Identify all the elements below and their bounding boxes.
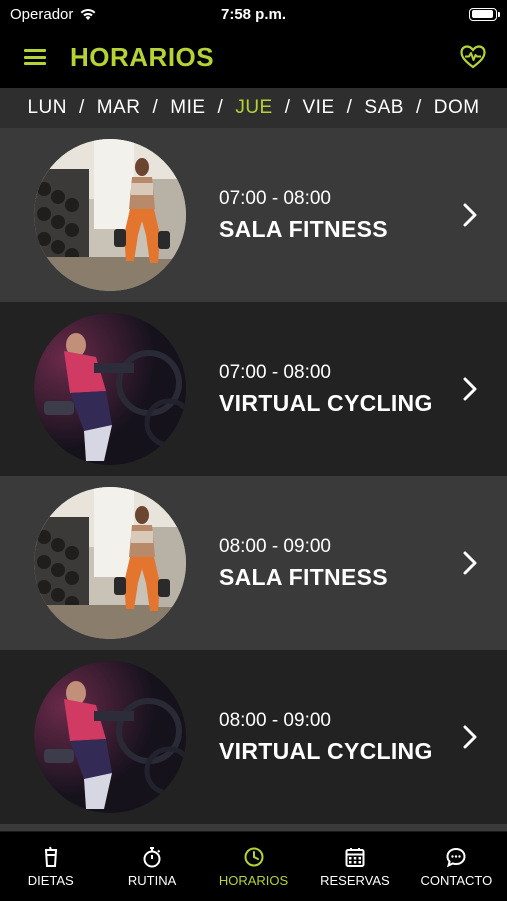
day-tab-lun[interactable]: LUN: [27, 97, 67, 119]
tab-label: HORARIOS: [218, 873, 289, 888]
day-separator: /: [346, 97, 353, 118]
class-info: 08:00 - 09:00 SALA FITNESS: [219, 536, 388, 591]
tab-dietas[interactable]: DIETAS: [0, 832, 101, 901]
class-time: 08:00 - 09:00: [219, 709, 331, 731]
cycling-photo: [34, 661, 186, 813]
fitness-photo: [34, 487, 186, 639]
tab-reservas[interactable]: RESERVAS: [304, 832, 405, 901]
class-name: SALA FITNESS: [219, 563, 388, 590]
clock-icon: [244, 847, 264, 867]
day-tab-sab[interactable]: SAB: [364, 97, 404, 119]
class-time: 07:00 - 08:00: [219, 361, 331, 383]
class-time: 08:00 - 09:00: [219, 535, 331, 557]
stopwatch-icon: [143, 847, 161, 868]
class-name: VIRTUAL CYCLING: [219, 737, 433, 764]
tab-label: RUTINA: [127, 873, 177, 888]
class-info: 07:00 - 08:00 SALA FITNESS: [219, 188, 388, 243]
tab-bar: DIETAS RUTINA HORARIOS RESERVAS CONTACTO: [0, 831, 507, 901]
class-row[interactable]: 07:00 - 08:00 SALA FITNESS: [0, 128, 507, 302]
tab-label: CONTACTO: [420, 873, 493, 888]
day-separator: /: [415, 97, 422, 118]
day-tab-vie[interactable]: VIE: [303, 97, 335, 119]
tab-horarios[interactable]: HORARIOS: [203, 832, 304, 901]
wifi-icon: [80, 8, 96, 20]
class-info: 08:00 - 09:00 VIRTUAL CYCLING: [219, 710, 433, 765]
day-separator: /: [217, 97, 224, 118]
class-row[interactable]: 07:00 - 08:00 VIRTUAL CYCLING: [0, 302, 507, 476]
fitness-photo: [34, 139, 186, 291]
day-selector: LUN / MAR / MIE / JUE / VIE / SAB / DOM: [0, 88, 507, 128]
chat-icon: [446, 847, 466, 868]
status-left: Operador: [10, 6, 97, 23]
menu-icon[interactable]: [24, 49, 46, 65]
chevron-right-icon[interactable]: [463, 203, 477, 227]
chevron-right-icon[interactable]: [463, 377, 477, 401]
app-header: HORARIOS: [0, 28, 507, 86]
class-info: 07:00 - 08:00 VIRTUAL CYCLING: [219, 362, 433, 417]
cycling-photo: [34, 313, 186, 465]
day-tab-jue[interactable]: JUE: [235, 97, 272, 119]
chevron-right-icon[interactable]: [463, 551, 477, 575]
calendar-icon: [345, 848, 365, 867]
heart-pulse-icon[interactable]: [459, 43, 487, 71]
class-time: 07:00 - 08:00: [219, 187, 331, 209]
day-tab-mar[interactable]: MAR: [97, 97, 141, 119]
class-row[interactable]: 08:00 - 09:00 SALA FITNESS: [0, 476, 507, 650]
chevron-right-icon[interactable]: [463, 725, 477, 749]
tab-label: DIETAS: [27, 873, 74, 888]
day-separator: /: [78, 97, 85, 118]
day-separator: /: [284, 97, 291, 118]
day-tab-mie[interactable]: MIE: [170, 97, 205, 119]
carrier-label: Operador: [10, 5, 74, 23]
class-name: SALA FITNESS: [219, 215, 388, 242]
battery-icon: [469, 7, 500, 21]
cup-icon: [44, 846, 57, 867]
day-tab-dom[interactable]: DOM: [434, 97, 480, 119]
page-title: HORARIOS: [70, 41, 215, 72]
status-bar: Operador 7:58 p.m.: [0, 0, 507, 28]
class-name: VIRTUAL CYCLING: [219, 389, 433, 416]
class-list: 07:00 - 08:00 SALA FITNESS 07:00 - 08:00 VI…: [0, 128, 507, 831]
day-separator: /: [152, 97, 159, 118]
tab-rutina[interactable]: RUTINA: [101, 832, 202, 901]
class-row[interactable]: 08:00 - 09:00 VIRTUAL CYCLING: [0, 650, 507, 824]
class-row-partial: [0, 824, 507, 831]
tab-contacto[interactable]: CONTACTO: [406, 832, 507, 901]
tab-label: RESERVAS: [320, 873, 390, 888]
